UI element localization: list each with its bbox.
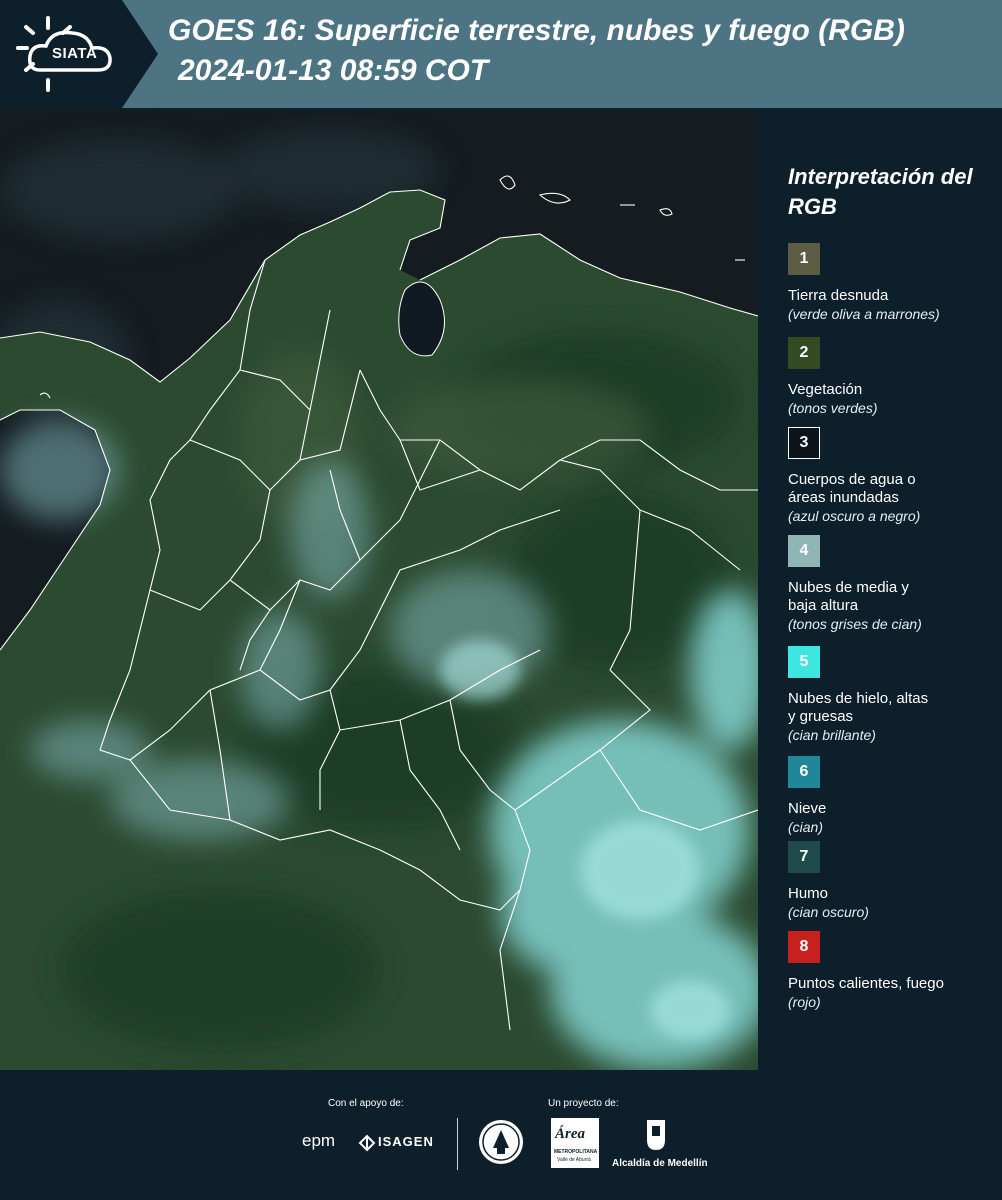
legend-item: 3 Cuerpos de agua o áreas inundadas (azul … — [788, 427, 998, 525]
legend-description: (cian) — [788, 819, 824, 835]
legend-item: 2 Vegetación (tonos verdes) — [788, 337, 998, 417]
legend-description: (tonos grises de cian) — [788, 616, 922, 632]
legend-item: 7 Humo (cian oscuro) — [788, 841, 998, 921]
legend-label: Cuerpos de agua o áreas inundadas — [788, 471, 916, 506]
legend-description: (verde oliva a marrones) — [788, 306, 940, 322]
legend-description: (cian brillante) — [788, 727, 876, 743]
map-title: GOES 16: Superficie terrestre, nubes y f… — [168, 14, 905, 47]
footer-divider — [457, 1118, 458, 1170]
legend-swatch: 2 — [788, 337, 820, 369]
area-metropolitana-logo: Área METROPOLITANA Valle de Aburrá — [551, 1118, 599, 1168]
legend-item: 1 Tierra desnuda (verde oliva a marrones) — [788, 243, 998, 323]
siata-logo: SIATA — [0, 0, 160, 108]
legend-label: Tierra desnuda — [788, 287, 889, 304]
legend-item: 8 Puntos calientes, fuego (rojo) — [788, 931, 998, 1011]
legend-swatch: 7 — [788, 841, 820, 873]
legend-label: Nieve — [788, 800, 827, 817]
legend-swatch: 3 — [788, 427, 820, 459]
legend-label: Humo — [788, 885, 829, 902]
legend-label: Vegetación — [788, 381, 863, 398]
alcaldia-shield-icon — [645, 1118, 667, 1157]
epm-logo: epm — [302, 1131, 336, 1150]
legend-label: Puntos calientes, fuego — [788, 975, 944, 992]
legend-description: (azul oscuro a negro) — [788, 508, 921, 524]
legend-swatch: 5 — [788, 646, 820, 678]
area-metropolitana-sub: METROPOLITANA — [554, 1149, 598, 1155]
legend-swatch: 4 — [788, 535, 820, 567]
seal-icon — [477, 1118, 525, 1171]
legend-item: 5 Nubes de hielo, altas y gruesas (cian br… — [788, 646, 998, 744]
legend-panel: Interpretación del RGB 1 Tierra desnuda (v… — [760, 110, 1002, 1070]
legend-swatch: 1 — [788, 243, 820, 275]
support-caption: Con el apoyo de: — [328, 1098, 404, 1109]
legend-label: Nubes de hielo, altas y gruesas — [788, 690, 929, 725]
alcaldia-logo: Alcaldía de Medellín — [612, 1158, 708, 1169]
legend-description: (tonos verdes) — [788, 400, 878, 416]
satellite-map[interactable] — [0, 110, 758, 1070]
legend-label: Nubes de media y baja altura — [788, 579, 909, 614]
area-metropolitana-sub2: Valle de Aburrá — [557, 1157, 591, 1163]
map-timestamp: 2024-01-13 08:59 COT — [178, 54, 489, 87]
legend-description: (rojo) — [788, 994, 821, 1010]
legend-item: 4 Nubes de media y baja altura (tonos gris… — [788, 535, 998, 633]
legend-title: Interpretación del RGB — [788, 164, 973, 219]
project-caption: Un proyecto de: — [548, 1098, 619, 1109]
legend-swatch: 6 — [788, 756, 820, 788]
legend-item: 6 Nieve (cian) — [788, 756, 998, 836]
isagen-logo: ISAGEN — [378, 1134, 434, 1149]
footer: Con el apoyo de: Un proyecto de: epm ISA… — [0, 1070, 1002, 1200]
header-bar: SIATA GOES 16: Superficie terrestre, nub… — [0, 0, 1002, 108]
siata-logo-text: SIATA — [52, 45, 98, 62]
legend-swatch: 8 — [788, 931, 820, 963]
isagen-logo-icon — [358, 1134, 376, 1157]
legend-description: (cian oscuro) — [788, 904, 869, 920]
